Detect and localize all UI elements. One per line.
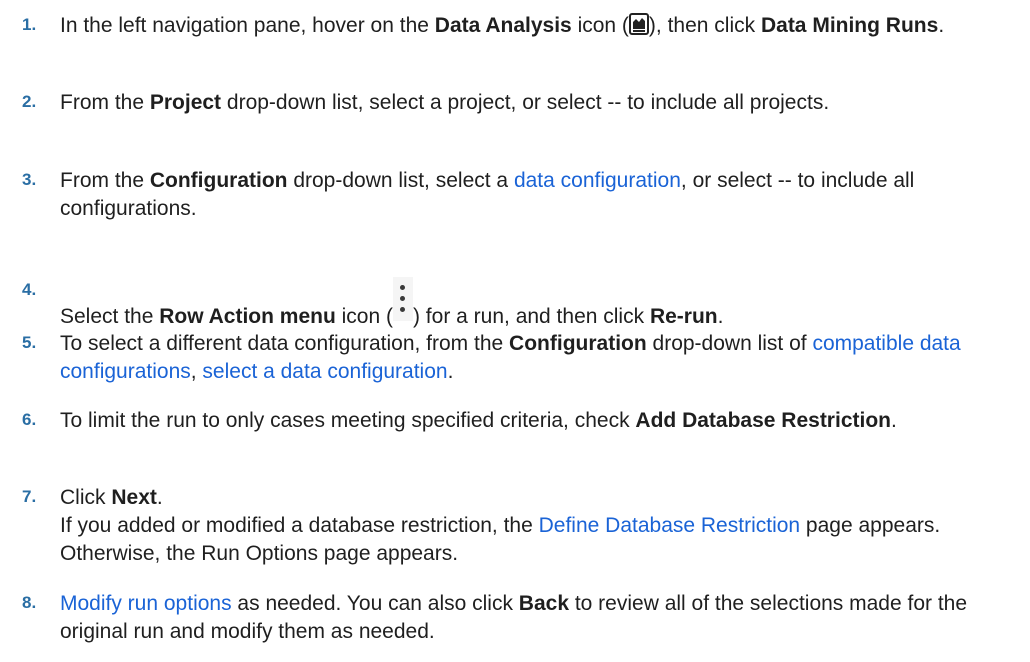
ui-term: Row Action menu	[159, 305, 336, 328]
step-text-part: In the left navigation pane, hover on th…	[60, 14, 435, 37]
procedure-steps: 1. In the left navigation pane, hover on…	[0, 0, 1030, 662]
step-text-part: ) for a run, and then click	[412, 305, 650, 328]
step-number: 4.	[22, 280, 37, 299]
step-number: 1.	[22, 15, 37, 34]
step-text: Select the Row Action menu icon ( ) for a…	[60, 277, 1010, 331]
step-text-part: .	[938, 14, 945, 37]
ui-term: Next	[111, 486, 157, 509]
step-text-part: If you added or modified a database rest…	[60, 514, 539, 537]
ui-term: Data Analysis	[434, 14, 572, 37]
ui-term: Project	[149, 91, 222, 114]
step-number: 2.	[22, 92, 37, 111]
step-text: To limit the run to only cases meeting s…	[60, 407, 1010, 435]
step-text-part: From the	[60, 91, 150, 114]
link-select-data-configuration[interactable]: select a data configuration	[202, 360, 447, 383]
step-text-part: drop-down list of	[646, 332, 813, 355]
step-text-part: ,	[190, 360, 203, 383]
step-number: 5.	[22, 333, 37, 352]
ui-term: Configuration	[149, 169, 288, 192]
step-text-part: as needed. You can also click	[231, 592, 519, 615]
step-text-part: icon (	[571, 14, 629, 37]
step-text: From the Project drop-down list, select …	[60, 89, 1010, 117]
step-text-part: Click	[60, 486, 112, 509]
step-text-part: .	[156, 486, 163, 509]
ui-term: Re-run	[649, 305, 718, 328]
link-data-configuration[interactable]: data configuration	[514, 169, 681, 192]
link-define-database-restriction[interactable]: Define Database Restriction	[539, 514, 800, 537]
ui-term: Add Database Restriction	[635, 409, 891, 432]
step-number: 8.	[22, 593, 37, 612]
step-number: 3.	[22, 170, 37, 189]
row-action-menu-icon	[392, 277, 413, 321]
step-text: In the left navigation pane, hover on th…	[60, 12, 1010, 43]
step-number: 7.	[22, 487, 37, 506]
step-text: To select a different data configuration…	[60, 330, 1010, 386]
step-text-part: .	[717, 305, 724, 328]
step-text-part: drop-down list, select a	[287, 169, 514, 192]
step-text-part: To limit the run to only cases meeting s…	[60, 409, 636, 432]
step-text-part: .	[890, 409, 897, 432]
step-text-part: Select the	[60, 305, 160, 328]
ui-term: Configuration	[509, 332, 647, 355]
step-text: From the Configuration drop-down list, s…	[60, 167, 1010, 223]
step-text-part: drop-down list, select a project, or sel…	[221, 91, 830, 114]
step-text-part: .	[447, 360, 454, 383]
step-text: Modify run options as needed. You can al…	[60, 590, 1010, 646]
step-text-part: To select a different data configuration…	[60, 332, 510, 355]
step-number: 6.	[22, 410, 37, 429]
link-modify-run-options[interactable]: Modify run options	[60, 592, 232, 615]
ui-term: Back	[518, 592, 569, 615]
step-text-part: ), then click	[648, 14, 761, 37]
step-text: Click Next. If you added or modified a da…	[60, 484, 1010, 568]
step-text-part: From the	[60, 169, 150, 192]
data-analysis-icon	[628, 13, 649, 43]
step-text-part: icon (	[335, 305, 393, 328]
ui-term: Data Mining Runs	[760, 14, 939, 37]
